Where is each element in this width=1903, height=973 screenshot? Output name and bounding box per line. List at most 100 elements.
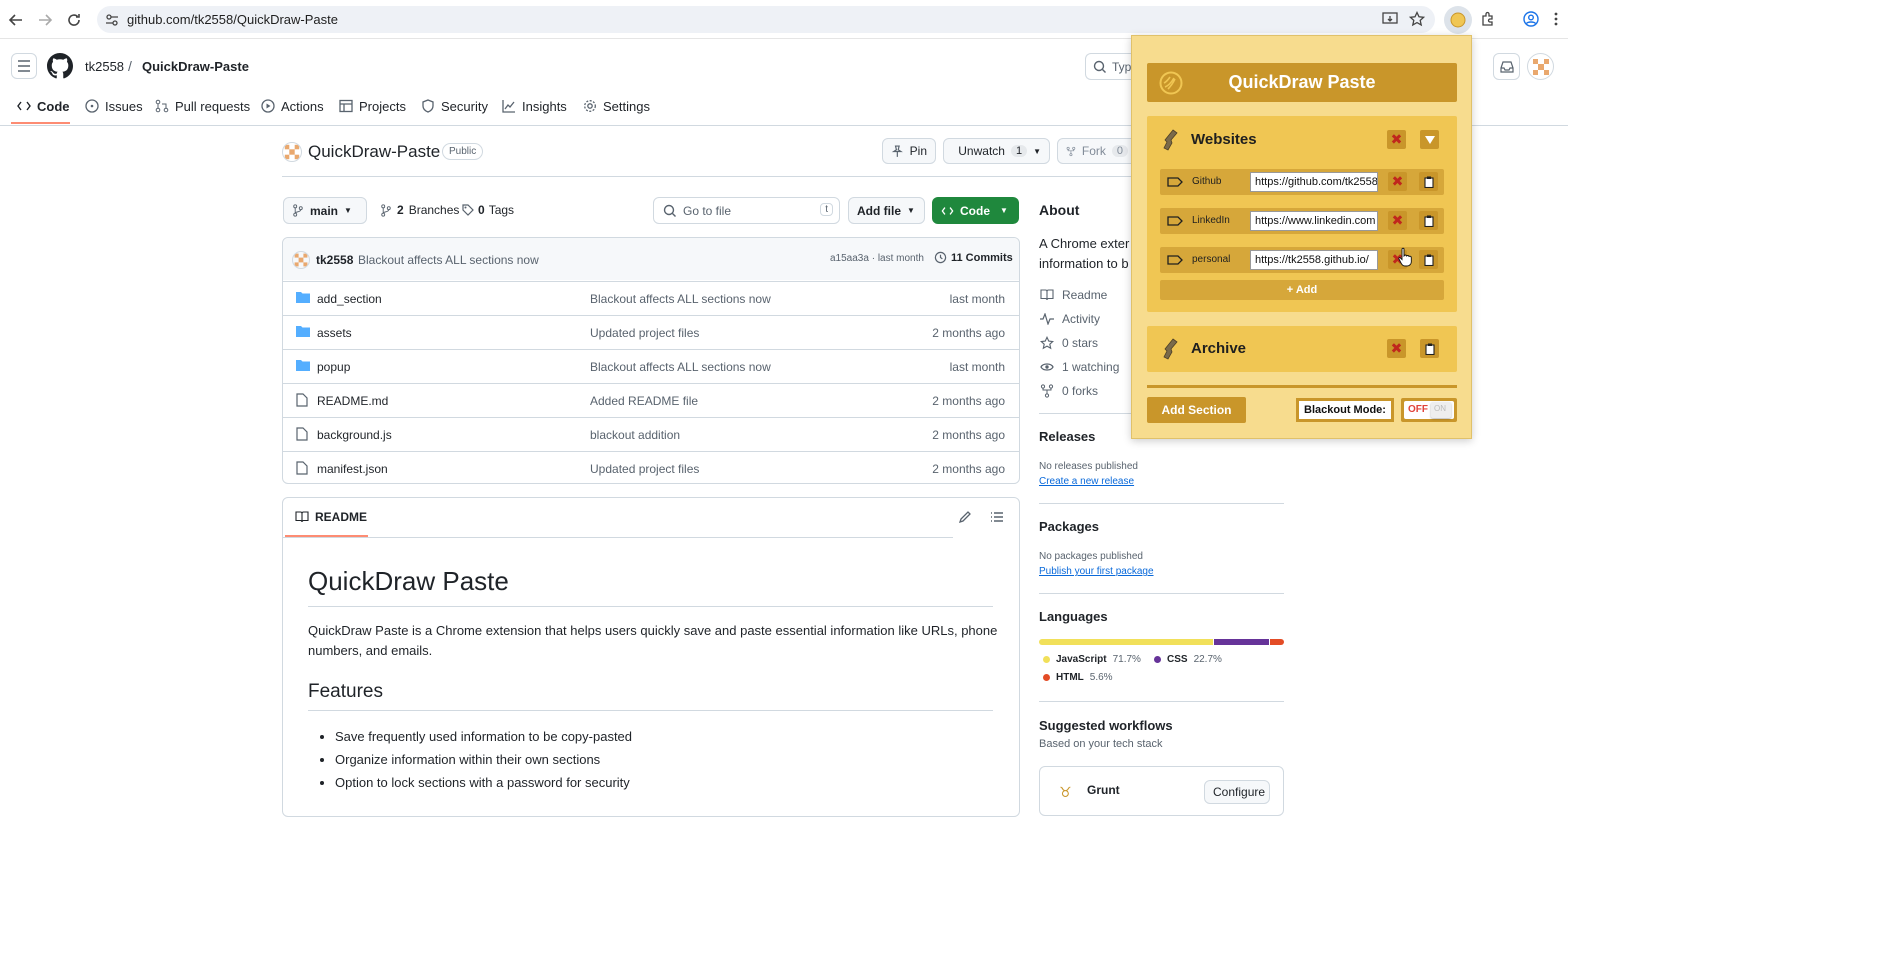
commit-message[interactable]: Blackout affects ALL sections now xyxy=(358,253,539,267)
lock-section-button[interactable] xyxy=(1420,339,1439,358)
tab-actions[interactable]: Actions xyxy=(261,97,324,115)
add-entry-button[interactable]: + Add xyxy=(1160,280,1444,300)
add-section-button[interactable]: Add Section xyxy=(1147,397,1246,423)
forks-link[interactable]: 0 forks xyxy=(1040,384,1098,398)
repo-title[interactable]: QuickDraw-Paste xyxy=(308,142,440,162)
tab-projects[interactable]: Projects xyxy=(339,97,406,115)
readme-link[interactable]: Readme xyxy=(1040,288,1107,302)
copy-entry-button[interactable] xyxy=(1419,172,1438,191)
tab-settings[interactable]: Settings xyxy=(583,97,650,115)
code-button[interactable]: Code ▼ xyxy=(932,197,1019,224)
github-logo-icon[interactable] xyxy=(47,53,73,79)
delete-section-button[interactable]: ✖ xyxy=(1387,339,1406,358)
file-commit-message[interactable]: blackout addition xyxy=(590,428,680,442)
file-commit-message[interactable]: Updated project files xyxy=(590,326,699,340)
forward-icon[interactable] xyxy=(33,8,57,32)
table-row[interactable]: assets Updated project files 2 months ag… xyxy=(283,315,1019,349)
commits-link[interactable]: 11 Commits xyxy=(934,251,1013,264)
file-commit-message[interactable]: Added README file xyxy=(590,394,698,408)
owner-link[interactable]: tk2558 xyxy=(85,59,124,74)
fork-button[interactable]: Fork 0 xyxy=(1057,138,1137,164)
packages-heading[interactable]: Packages xyxy=(1039,519,1099,534)
activity-link[interactable]: Activity xyxy=(1040,312,1100,326)
tab-code[interactable]: Code xyxy=(17,97,70,115)
hamburger-menu-button[interactable] xyxy=(11,53,37,79)
extensions-puzzle-icon[interactable] xyxy=(1480,11,1496,27)
collapse-section-button[interactable] xyxy=(1420,130,1439,149)
file-name[interactable]: README.md xyxy=(317,394,388,408)
delete-section-button[interactable]: ✖ xyxy=(1387,130,1406,149)
latest-commit-bar: tk2558 Blackout affects ALL sections now… xyxy=(283,238,1019,280)
unwatch-button[interactable]: Unwatch 1 ▼ xyxy=(943,138,1050,164)
file-name[interactable]: add_section xyxy=(317,292,382,306)
inbox-button[interactable] xyxy=(1493,53,1520,80)
user-avatar[interactable] xyxy=(1527,53,1554,80)
file-commit-message[interactable]: Blackout affects ALL sections now xyxy=(590,292,771,306)
copy-entry-button[interactable] xyxy=(1419,250,1438,269)
profile-icon[interactable] xyxy=(1523,11,1539,27)
back-icon[interactable] xyxy=(4,8,28,32)
pin-button[interactable]: Pin xyxy=(882,138,936,164)
delete-entry-button[interactable]: ✖ xyxy=(1388,211,1407,230)
clipboard-icon xyxy=(1423,254,1434,266)
file-name[interactable]: assets xyxy=(317,326,352,340)
folder-icon xyxy=(296,326,310,337)
publish-package-link[interactable]: Publish your first package xyxy=(1039,566,1154,577)
section-archive: Archive ✖ xyxy=(1147,326,1457,372)
quickdraw-paste-popup: QuickDraw Paste Websites ✖ Github https:… xyxy=(1131,35,1472,439)
copy-entry-button[interactable] xyxy=(1419,211,1438,230)
tab-insights[interactable]: Insights xyxy=(502,97,567,115)
add-file-button[interactable]: Add file ▼ xyxy=(848,197,925,224)
chrome-menu-icon[interactable] xyxy=(1553,11,1559,27)
commit-author[interactable]: tk2558 xyxy=(316,253,353,267)
language-css[interactable]: CSS 22.7% xyxy=(1154,654,1222,665)
table-row[interactable]: add_section Blackout affects ALL section… xyxy=(283,281,1019,315)
branches-link[interactable]: 2 Branches xyxy=(380,203,459,217)
go-to-file-input[interactable]: Go to file t xyxy=(653,197,840,224)
site-info-icon[interactable] xyxy=(105,13,119,27)
table-row[interactable]: background.js blackout addition 2 months… xyxy=(283,417,1019,451)
table-row[interactable]: manifest.json Updated project files 2 mo… xyxy=(283,451,1019,485)
commit-hash-time[interactable]: a15aa3a · last month xyxy=(830,253,924,264)
file-commit-message[interactable]: Blackout affects ALL sections now xyxy=(590,360,771,374)
blackout-toggle[interactable]: OFF ON xyxy=(1401,398,1457,422)
delete-entry-button[interactable]: ✖ xyxy=(1388,172,1407,191)
popup-title-bar: QuickDraw Paste xyxy=(1147,63,1457,102)
configure-button[interactable]: Configure xyxy=(1204,780,1270,804)
divider xyxy=(308,710,993,711)
file-name[interactable]: background.js xyxy=(317,428,392,442)
reload-icon[interactable] xyxy=(62,8,86,32)
language-html[interactable]: HTML 5.6% xyxy=(1043,672,1113,683)
stars-link[interactable]: 0 stars xyxy=(1040,336,1098,350)
tab-security[interactable]: Security xyxy=(421,97,488,115)
shortcut-key-badge: t xyxy=(820,203,833,216)
entry-value-input[interactable]: https://github.com/tk2558 xyxy=(1250,172,1378,192)
releases-heading[interactable]: Releases xyxy=(1039,429,1095,444)
tags-link[interactable]: 0 Tags xyxy=(462,203,514,217)
file-commit-message[interactable]: Updated project files xyxy=(590,462,699,476)
quickdraw-extension-icon[interactable] xyxy=(1444,6,1472,34)
table-row[interactable]: README.md Added README file 2 months ago xyxy=(283,383,1019,417)
language-javascript[interactable]: JavaScript 71.7% xyxy=(1043,654,1141,665)
branch-select-button[interactable]: main ▼ xyxy=(283,197,367,224)
tab-issues[interactable]: Issues xyxy=(85,97,143,115)
readme-tab[interactable]: README xyxy=(295,510,367,524)
file-name[interactable]: manifest.json xyxy=(317,462,388,476)
bookmark-star-icon[interactable] xyxy=(1409,11,1425,27)
entry-value-input[interactable]: https://tk2558.github.io/ xyxy=(1250,250,1378,270)
install-app-icon[interactable] xyxy=(1382,11,1398,27)
watching-link[interactable]: 1 watching xyxy=(1040,360,1119,374)
entry-value-input[interactable]: https://www.linkedin.com xyxy=(1250,211,1378,231)
edit-pencil-icon[interactable] xyxy=(958,510,972,524)
file-name[interactable]: popup xyxy=(317,360,350,374)
url-text[interactable]: github.com/tk2558/QuickDraw-Paste xyxy=(127,12,338,27)
tab-pull-requests[interactable]: Pull requests xyxy=(155,97,250,115)
outline-list-icon[interactable] xyxy=(990,510,1004,524)
create-release-link[interactable]: Create a new release xyxy=(1039,476,1134,487)
repo-link[interactable]: QuickDraw-Paste xyxy=(142,59,249,74)
table-row[interactable]: popup Blackout affects ALL sections now … xyxy=(283,349,1019,383)
bullet-tag-icon xyxy=(1167,255,1183,265)
close-icon: ✖ xyxy=(1390,340,1403,356)
fork-count: 0 xyxy=(1111,145,1128,157)
search-input[interactable]: Type xyxy=(1085,53,1138,80)
